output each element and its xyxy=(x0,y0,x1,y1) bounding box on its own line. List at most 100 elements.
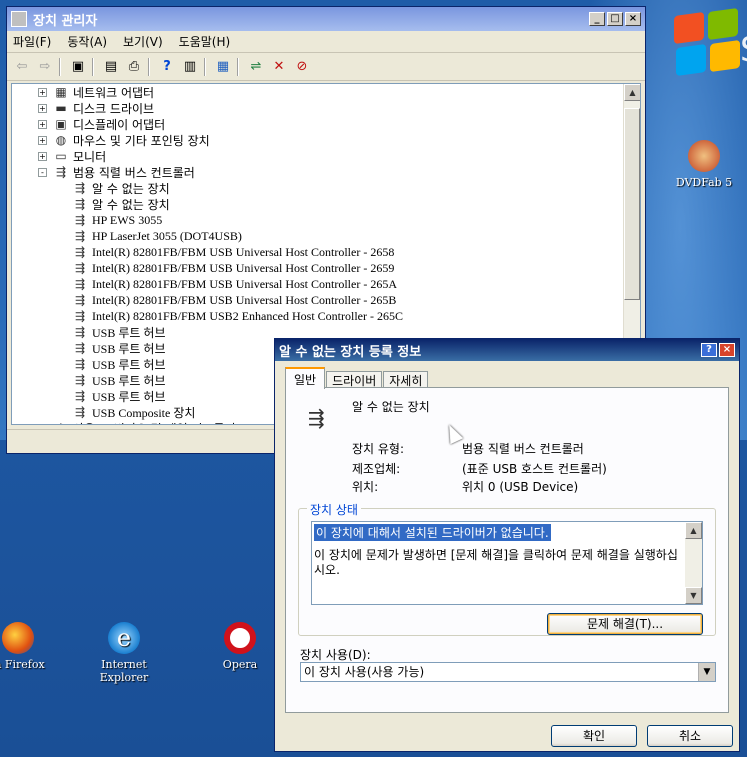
tree-item[interactable]: ⇶ 알 수 없는 장치 xyxy=(12,196,624,212)
usb-icon: ⇶ xyxy=(74,308,86,323)
menu-action[interactable]: 동작(A) xyxy=(67,33,107,50)
tree-item-label: Intel(R) 82801FB/FBM USB Universal Host … xyxy=(92,244,395,259)
minimize-button[interactable]: _ xyxy=(589,12,605,26)
scroll-up-icon[interactable]: ▲ xyxy=(685,522,702,539)
uninstall-icon[interactable]: ✕ xyxy=(270,58,288,76)
tree-item-label: 네트워크 어댑터 xyxy=(73,85,155,100)
back-icon[interactable]: ⇦ xyxy=(13,58,31,76)
tree-item[interactable]: ⇶ Intel(R) 82801FB/FBM USB Universal Host… xyxy=(12,276,624,292)
usb-icon: ⇶ xyxy=(74,228,86,243)
tree-item-label: HP LaserJet 3055 (DOT4USB) xyxy=(92,228,242,243)
disable-icon[interactable]: ⊘ xyxy=(293,58,311,76)
prop-manufacturer-label: 제조업체: xyxy=(352,462,401,476)
cancel-button[interactable]: 취소 xyxy=(647,725,733,747)
tree-item[interactable]: ⇶ HP EWS 3055 xyxy=(12,212,624,228)
tree-item[interactable]: ⇶ Intel(R) 82801FB/FBM USB Universal Host… xyxy=(12,292,624,308)
desktop-icon-label: la Firefox xyxy=(0,658,45,671)
toolbar-separator xyxy=(92,57,94,76)
device-manager-titlebar[interactable]: 장치 관리자 _ □ × xyxy=(7,7,645,31)
expand-icon[interactable]: + xyxy=(38,119,47,129)
tree-item-label: USB 루트 허브 xyxy=(92,373,166,388)
update-driver-icon[interactable]: ⇌ xyxy=(247,58,265,76)
expand-icon[interactable]: + xyxy=(38,87,47,97)
scroll-down-icon[interactable]: ▼ xyxy=(685,587,702,604)
prop-location-value: 위치 0 (USB Device) xyxy=(462,480,579,494)
device-usage-select[interactable]: 이 장치 사용(사용 가능) ▼ xyxy=(300,662,716,682)
ie-icon: e xyxy=(108,622,140,654)
dialog-tabs: 일반 드라이버 자세히 xyxy=(285,367,429,389)
help-icon[interactable]: ? xyxy=(158,58,176,76)
tree-item-label: Intel(R) 82801FB/FBM USB Universal Host … xyxy=(92,292,397,307)
tab-general[interactable]: 일반 xyxy=(285,367,326,389)
ok-button[interactable]: 확인 xyxy=(551,725,637,747)
desktop-icon-opera[interactable]: Opera xyxy=(210,622,270,671)
device-properties-dialog: 알 수 없는 장치 등록 정보 ? × 일반 드라이버 자세히 ⇶ 알 수 없는… xyxy=(274,338,740,752)
desktop-icon-firefox[interactable]: la Firefox xyxy=(0,622,50,671)
device-name: 알 수 없는 장치 xyxy=(352,400,430,414)
firefox-icon xyxy=(2,622,34,654)
tree-item-label: Intel(R) 82801FB/FBM USB2 Enhanced Host … xyxy=(92,308,403,323)
tree-item[interactable]: ⇶ Intel(R) 82801FB/FBM USB Universal Host… xyxy=(12,244,624,260)
tree-item-label: USB 루트 허브 xyxy=(92,325,166,340)
usb-icon: ⇶ xyxy=(74,197,86,211)
troubleshoot-button[interactable]: 문제 해결(T)... xyxy=(547,613,703,635)
desktop-icon-ie[interactable]: e Internet Explorer xyxy=(82,622,166,684)
forward-icon[interactable]: ⇨ xyxy=(36,58,54,76)
logo-text-fragment: S xyxy=(740,30,747,70)
mouse-icon: ◍ xyxy=(55,133,67,147)
menu-help[interactable]: 도움말(H) xyxy=(179,33,231,50)
dialog-title: 알 수 없는 장치 등록 정보 xyxy=(279,344,422,360)
close-button[interactable]: × xyxy=(625,12,641,26)
usb-icon: ⇶ xyxy=(74,324,86,339)
expand-icon[interactable]: + xyxy=(38,103,47,113)
tree-item[interactable]: - ⇶ 범용 직렬 버스 컨트롤러 xyxy=(12,164,624,180)
usb-icon: ⇶ xyxy=(74,404,86,419)
tree-item[interactable]: + ▭ 모니터 xyxy=(12,148,624,164)
desktop-icon-label: Opera xyxy=(222,658,258,671)
expand-icon[interactable]: + xyxy=(38,423,47,424)
usb-icon: ⇶ xyxy=(74,356,86,371)
tree-item[interactable]: + ▦ 네트워크 어댑터 xyxy=(12,84,624,100)
tree-item-label: USB 루트 허브 xyxy=(92,357,166,372)
tree-item[interactable]: + ▣ 디스플레이 어댑터 xyxy=(12,116,624,132)
device-status-group: 장치 상태 이 장치에 대해서 설치된 드라이버가 없습니다. 이 장치에 문제… xyxy=(298,501,716,636)
dialog-close-button[interactable]: × xyxy=(719,343,735,357)
scroll-up-icon[interactable]: ▲ xyxy=(624,84,640,101)
tree-item[interactable]: ⇶ HP LaserJet 3055 (DOT4USB) xyxy=(12,228,624,244)
dialog-titlebar[interactable]: 알 수 없는 장치 등록 정보 ? × xyxy=(275,339,739,361)
menu-file[interactable]: 파일(F) xyxy=(13,33,51,50)
print-icon[interactable]: ⎙ xyxy=(125,58,143,76)
tree-item[interactable]: + ▬ 디스크 드라이브 xyxy=(12,100,624,116)
usb-icon: ⇶ xyxy=(74,388,86,403)
desktop-icon-dvdfab[interactable]: DVDFab 5 xyxy=(672,140,736,189)
menu-view[interactable]: 보기(V) xyxy=(123,33,163,50)
usb-icon: ⇶ xyxy=(74,372,86,387)
chevron-down-icon[interactable]: ▼ xyxy=(698,663,715,681)
scroll-thumb[interactable] xyxy=(624,108,640,300)
tree-item[interactable]: ⇶ 알 수 없는 장치 xyxy=(12,180,624,196)
prop-type-label: 장치 유형: xyxy=(352,442,405,456)
properties-icon[interactable]: ▤ xyxy=(102,58,120,76)
usb-icon: ⇶ xyxy=(74,276,86,291)
dvdfab-icon xyxy=(688,140,720,172)
status-line-2: 이 장치에 문제가 발생하면 [문제 해결]을 클릭하여 문제 해결을 실행하십… xyxy=(314,548,678,577)
maximize-button[interactable]: □ xyxy=(607,12,623,26)
general-tab-panel: ⇶ 알 수 없는 장치 장치 유형: 범용 직렬 버스 컨트롤러 제조업체: (… xyxy=(285,387,729,713)
console-tree-icon[interactable]: ▣ xyxy=(69,58,87,76)
collapse-icon[interactable]: - xyxy=(38,167,47,177)
tree-item[interactable]: ⇶ Intel(R) 82801FB/FBM USB2 Enhanced Host… xyxy=(12,308,624,324)
scan-hardware-icon[interactable]: ▦ xyxy=(214,58,232,76)
expand-icon[interactable]: + xyxy=(38,151,47,161)
status-scrollbar[interactable]: ▲ ▼ xyxy=(685,522,702,604)
tree-item[interactable]: + ◍ 마우스 및 기타 포인팅 장치 xyxy=(12,132,624,148)
status-line-1: 이 장치에 대해서 설치된 드라이버가 없습니다. xyxy=(314,524,551,541)
view-icon[interactable]: ▥ xyxy=(181,58,199,76)
tree-item[interactable]: ⇶ Intel(R) 82801FB/FBM USB Universal Host… xyxy=(12,260,624,276)
expand-icon[interactable]: + xyxy=(38,135,47,145)
dialog-help-button[interactable]: ? xyxy=(701,343,717,357)
tree-item-label: HP EWS 3055 xyxy=(92,212,163,227)
disk-icon: ▬ xyxy=(55,101,67,115)
tree-item-label: 알 수 없는 장치 xyxy=(92,181,170,196)
device-status-textbox[interactable]: 이 장치에 대해서 설치된 드라이버가 없습니다. 이 장치에 문제가 발생하면… xyxy=(311,521,703,605)
usb-icon: ⇶ xyxy=(74,181,86,195)
